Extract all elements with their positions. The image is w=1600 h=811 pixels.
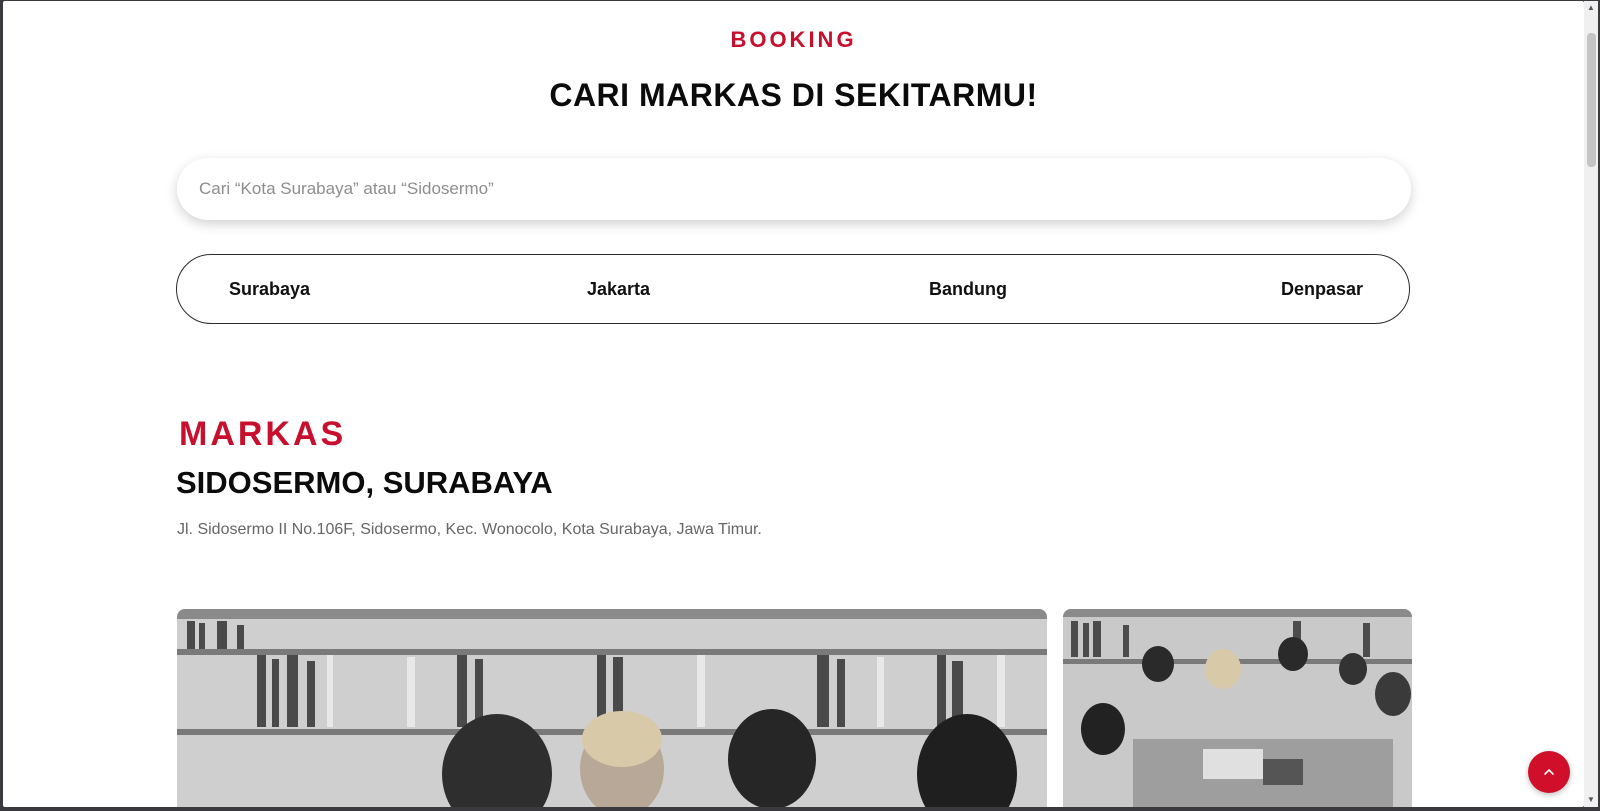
location-photo-main[interactable]: [177, 609, 1047, 807]
city-filter-bar: Surabaya Jakarta Bandung Denpasar: [176, 254, 1410, 324]
photo-students-library-icon: [177, 609, 1047, 807]
section-eyebrow-booking: BOOKING: [730, 27, 857, 52]
section-eyebrow-markas: MARKAS: [179, 415, 347, 453]
scrollbar-thumb[interactable]: [1587, 33, 1596, 167]
city-tab-jakarta[interactable]: Jakarta: [587, 279, 650, 300]
city-tab-surabaya[interactable]: Surabaya: [229, 279, 310, 300]
scroll-up-arrow-icon[interactable]: ▲: [1584, 1, 1598, 15]
search-input[interactable]: [197, 178, 1381, 200]
page-title: CARI MARKAS DI SEKITARMU!: [549, 77, 1038, 113]
location-title: SIDOSERMO, SURABAYA: [176, 465, 553, 500]
photo-students-group-icon: [1063, 609, 1412, 807]
location-address: Jl. Sidosermo II No.106F, Sidosermo, Kec…: [177, 521, 762, 538]
chevron-up-icon: [1544, 769, 1554, 775]
back-to-top-button[interactable]: [1528, 751, 1570, 793]
scroll-down-arrow-icon[interactable]: ▼: [1584, 793, 1598, 807]
page-scrollbar[interactable]: ▲ ▼: [1584, 1, 1598, 807]
page-viewport: BOOKING CARI MARKAS DI SEKITARMU! Suraba…: [3, 1, 1584, 807]
location-photo-secondary[interactable]: [1063, 609, 1412, 807]
search-box[interactable]: [177, 158, 1411, 220]
city-tab-bandung[interactable]: Bandung: [929, 279, 1007, 300]
city-tab-denpasar[interactable]: Denpasar: [1281, 279, 1363, 300]
